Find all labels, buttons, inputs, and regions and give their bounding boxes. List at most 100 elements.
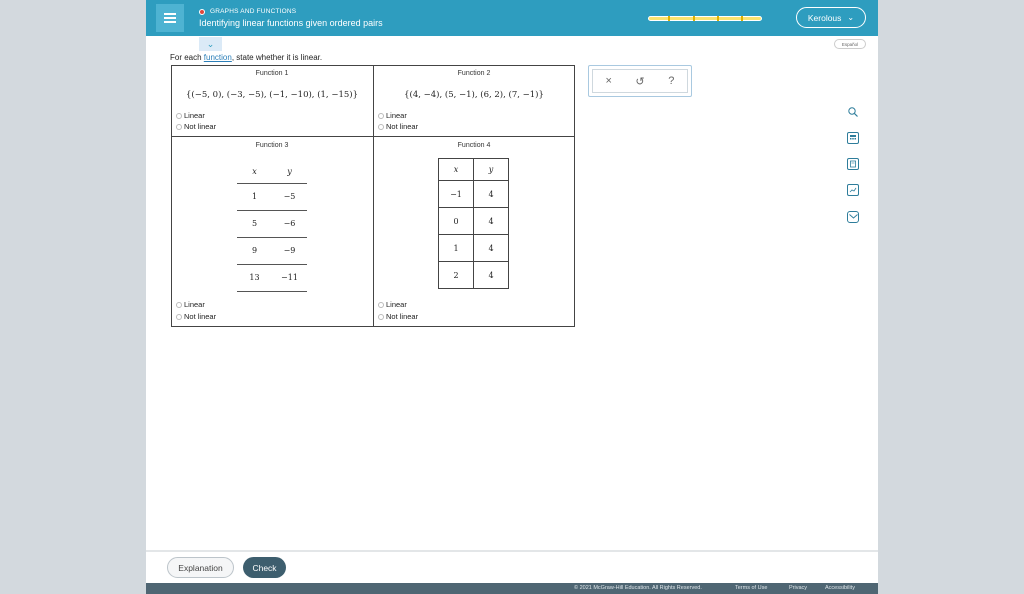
radio-button[interactable] [176,123,182,130]
hamburger-icon [164,17,176,19]
user-name: Kerolous [807,12,842,23]
function-2-linear-option[interactable]: Linear [378,111,407,120]
function-link[interactable]: function [204,53,232,62]
radio-button[interactable] [378,123,384,130]
footer-bar: © 2021 McGraw-Hill Education. All Rights… [146,583,878,594]
option-label: Linear [184,111,205,120]
option-label: Not linear [386,312,419,321]
y-value: −11 [272,264,307,292]
app-panel: GRAPHS AND FUNCTIONS Identifying linear … [146,0,878,594]
table-row: 0 4 [438,207,509,235]
y-value: −5 [272,183,307,211]
x-value: 9 [237,237,272,265]
y-header: y [473,158,509,181]
chevron-down-icon: ⌄ [847,13,855,22]
progress-tick [717,16,719,21]
y-value: −9 [272,237,307,265]
radio-button[interactable] [378,313,384,320]
instruction-text: For each function, state whether it is l… [170,53,322,62]
calculator-icon[interactable] [847,132,859,144]
function-3-linear-option[interactable]: Linear [176,300,205,309]
option-label: Linear [386,111,407,120]
table-row: 9 −9 [237,237,307,265]
radio-button[interactable] [176,301,182,308]
radio-button[interactable] [378,301,384,308]
topic-status-dot [199,8,205,15]
function-3-table: x y 1 −5 5 −6 9 −9 13 −11 [237,161,307,292]
answer-toolbar-inner: × ↺ ? [592,69,688,93]
x-value: 5 [237,210,272,238]
header-bar: GRAPHS AND FUNCTIONS Identifying linear … [146,0,878,36]
footer-divider [146,550,878,552]
search-icon[interactable] [847,106,859,118]
option-label: Linear [184,300,205,309]
progress-bar [648,16,762,21]
x-value: 13 [237,264,272,292]
topic-text: GRAPHS AND FUNCTIONS [210,8,297,15]
menu-button[interactable] [156,4,184,32]
espanol-button[interactable]: Español [834,39,866,49]
option-label: Not linear [386,122,419,131]
graph-icon[interactable] [847,184,859,196]
progress-tick [693,16,695,21]
function-1-set: {(−5, 0), (−3, −5), (−1, −10), (1, −15)} [186,90,358,100]
x-value: −1 [438,180,474,208]
y-value: −6 [272,210,307,238]
grid-divider-vertical [373,66,374,326]
table-row: 5 −6 [237,210,307,238]
radio-button[interactable] [378,112,384,119]
x-header: x [237,161,272,184]
table-row: 1 4 [438,234,509,262]
problem-grid: Function 1 {(−5, 0), (−3, −5), (−1, −10)… [171,65,575,327]
mail-icon[interactable] [847,211,859,223]
function-1-not-linear-option[interactable]: Not linear [176,122,216,131]
table-row: 2 4 [438,261,509,289]
progress-tick [668,16,670,21]
collapse-toggle-button[interactable]: ⌄ [199,37,222,51]
function-2-set: {(4, −4), (5, −1), (6, 2), (7, −1)} [404,90,544,100]
copyright-text: © 2021 McGraw-Hill Education. All Rights… [574,585,702,591]
function-4-not-linear-option[interactable]: Not linear [378,312,418,321]
progress-tick [741,16,743,21]
explanation-button[interactable]: Explanation [167,557,234,578]
instruction-after: , state whether it is linear. [231,53,323,62]
function-1-linear-option[interactable]: Linear [176,111,205,120]
option-label: Not linear [184,122,217,131]
table-row: 1 −5 [237,183,307,211]
table-row: 13 −11 [237,264,307,292]
function-4-linear-option[interactable]: Linear [378,300,407,309]
terms-link[interactable]: Terms of Use [735,585,767,591]
privacy-link[interactable]: Privacy [789,585,807,591]
radio-button[interactable] [176,313,182,320]
y-value: 4 [473,261,509,289]
y-value: 4 [473,180,509,208]
help-button[interactable]: ? [661,75,681,87]
check-button[interactable]: Check [243,557,286,578]
function-1-title: Function 1 [255,70,289,77]
page-title: Identifying linear functions given order… [199,18,383,28]
clear-button[interactable]: × [599,75,619,87]
y-value: 4 [473,207,509,235]
user-menu-button[interactable]: Kerolous ⌄ [796,7,866,28]
accessibility-link[interactable]: Accessibility [825,585,855,591]
instruction-before: For each [170,53,204,62]
x-header: x [438,158,474,181]
function-3-not-linear-option[interactable]: Not linear [176,312,216,321]
y-value: 4 [473,234,509,262]
topic-label: GRAPHS AND FUNCTIONS [199,8,296,15]
function-4-title: Function 4 [457,142,491,149]
chevron-down-icon: ⌄ [206,38,215,49]
radio-button[interactable] [176,112,182,119]
x-value: 2 [438,261,474,289]
grid-divider-horizontal [172,136,574,137]
x-value: 1 [237,183,272,211]
x-value: 0 [438,207,474,235]
y-header: y [272,161,307,184]
x-value: 1 [438,234,474,262]
function-2-not-linear-option[interactable]: Not linear [378,122,418,131]
undo-button[interactable]: ↺ [630,75,650,88]
ebook-icon[interactable] [847,158,859,170]
option-label: Not linear [184,312,217,321]
table-row: −1 4 [438,180,509,208]
function-4-table: x y −1 4 0 4 1 4 2 4 [438,158,509,289]
